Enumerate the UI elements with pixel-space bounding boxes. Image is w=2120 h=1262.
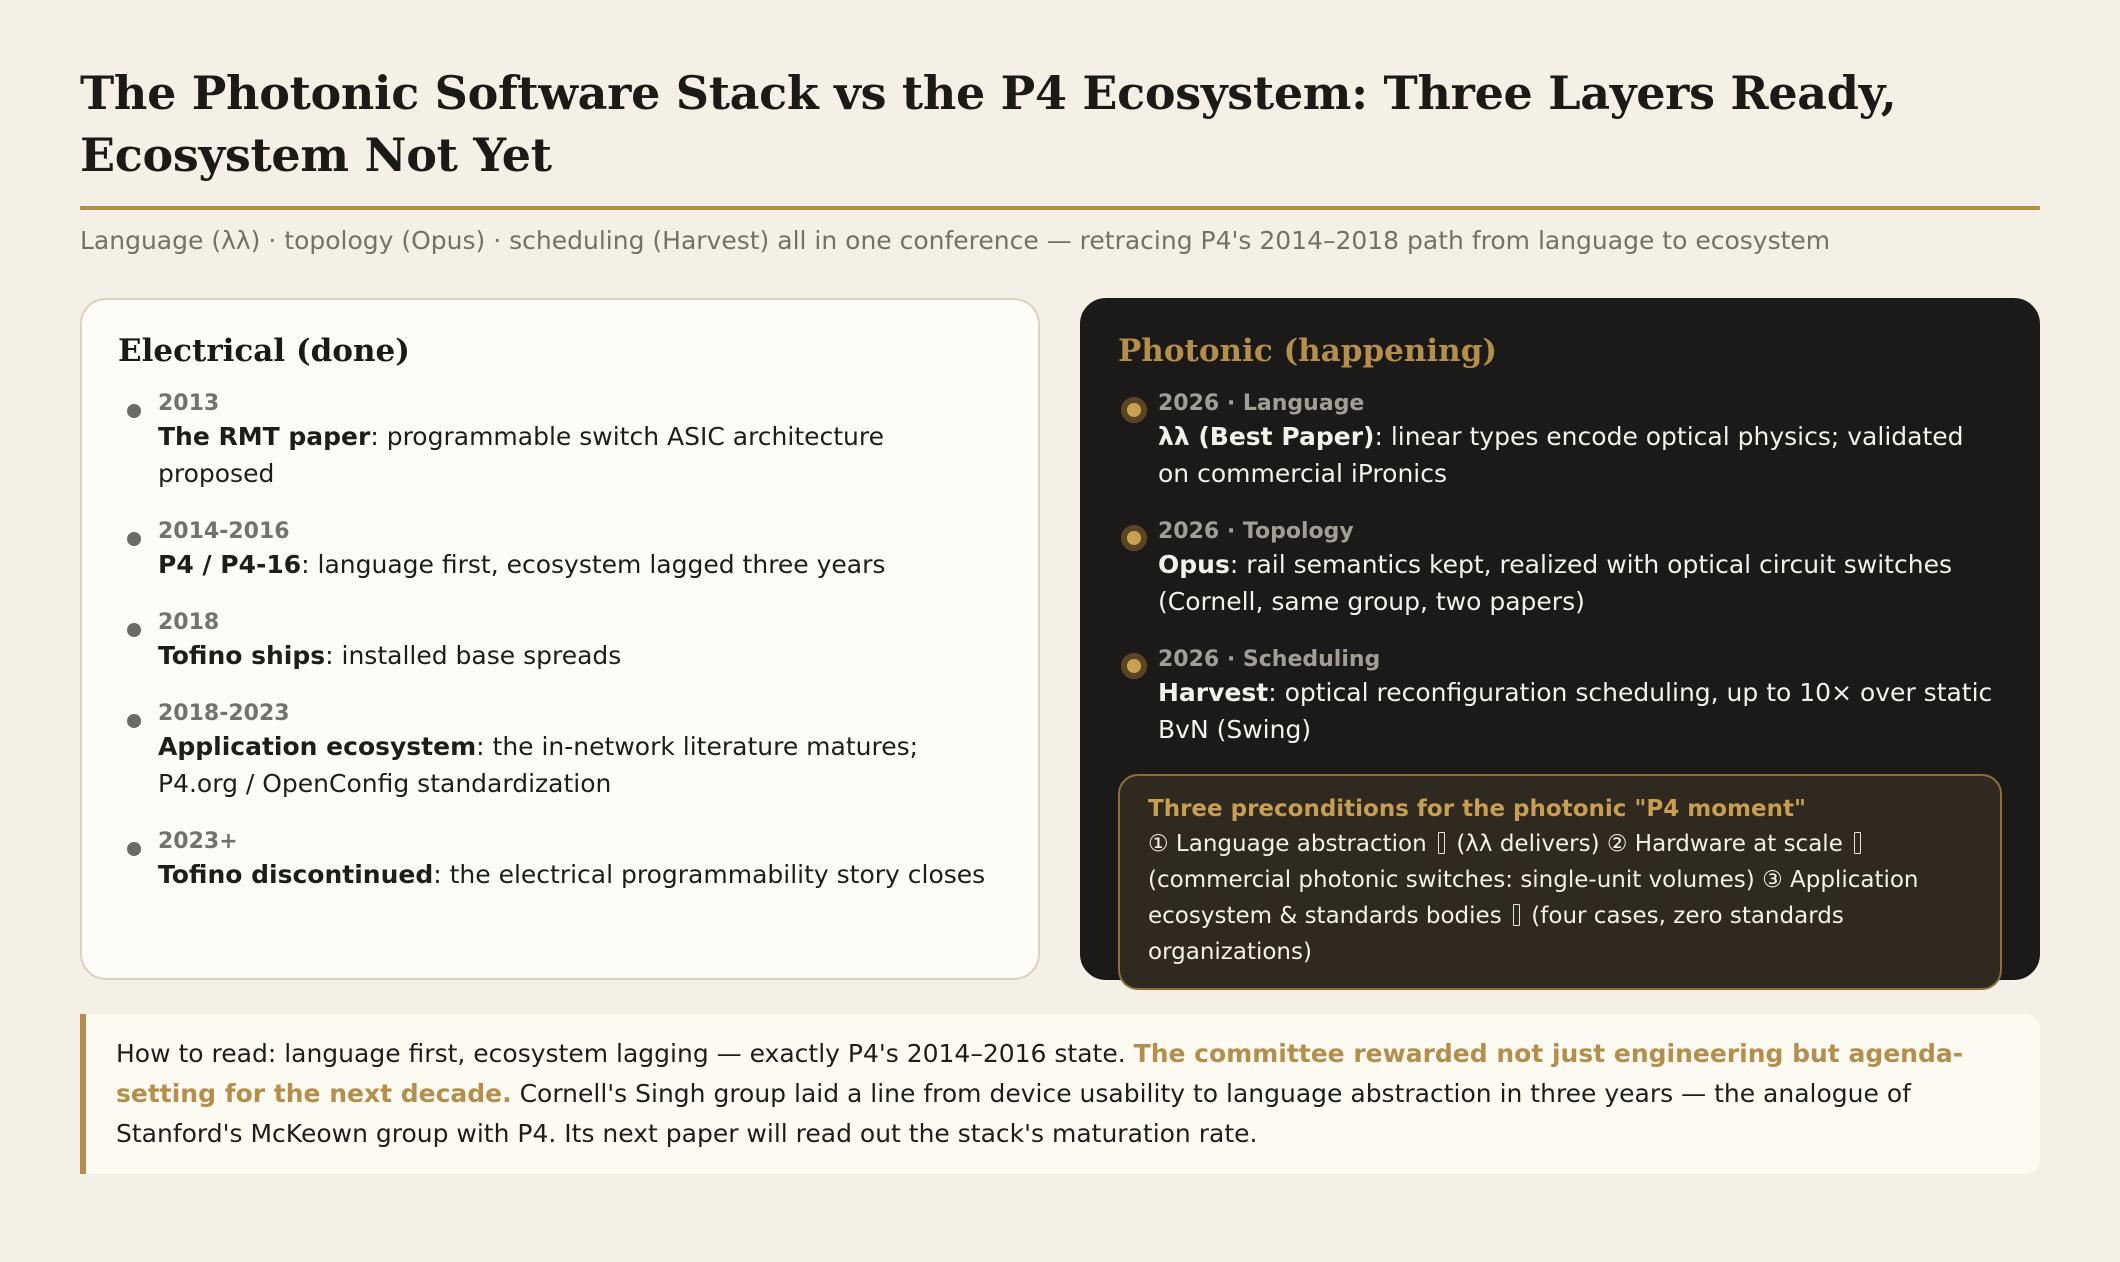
timeline-dot-icon <box>127 714 141 728</box>
timeline-year: 2026 · Scheduling <box>1158 647 1381 672</box>
timeline-item: 2023+ Tofino discontinued: the electrica… <box>118 828 1002 893</box>
status-mark-icon <box>1854 832 1862 854</box>
precondition-status: (commercial photonic switches: single-un… <box>1148 867 1763 893</box>
timeline-text: : installed base spreads <box>325 641 622 670</box>
photonic-card-title: Photonic (happening) <box>1118 333 1498 369</box>
timeline-item: 2026 · Topology Opus: rail semantics kep… <box>1118 518 2002 620</box>
title-line-1: The Photonic Software Stack vs the P4 Ec… <box>80 66 1897 120</box>
timeline-item: 2018 Tofino ships: installed base spread… <box>118 609 1002 674</box>
timeline-year: 2018 <box>158 610 220 635</box>
timeline-dot-icon <box>127 404 141 418</box>
timeline-description: Harvest: optical reconfiguration schedul… <box>1158 674 2002 748</box>
timeline-year: 2014-2016 <box>158 519 290 544</box>
electrical-card-title: Electrical (done) <box>118 333 410 369</box>
timeline-item: 2026 · Language λλ (Best Paper): linear … <box>1118 390 2002 492</box>
timeline-dot-icon <box>1121 397 1147 423</box>
timeline-item: 2013 The RMT paper: programmable switch … <box>118 390 1002 492</box>
timeline-text: : the electrical programmability story c… <box>433 860 986 889</box>
timeline-bold-label: P4 / P4-16 <box>158 550 302 579</box>
timeline-description: λλ (Best Paper): linear types encode opt… <box>1158 418 2002 492</box>
timeline-description: Tofino discontinued: the electrical prog… <box>158 856 1002 893</box>
timeline-dot-icon <box>127 623 141 637</box>
timeline-year: 2023+ <box>158 829 238 854</box>
timeline-bold-label: The RMT paper <box>158 422 371 451</box>
preconditions-title: Three preconditions for the photonic "P4… <box>1148 796 1806 822</box>
timeline-year: 2018-2023 <box>158 701 290 726</box>
timeline-bold-label: Tofino discontinued <box>158 860 434 889</box>
timeline-item: 2026 · Scheduling Harvest: optical recon… <box>1118 646 2002 748</box>
precondition-label: Language abstraction <box>1168 831 1435 857</box>
timeline-year: 2013 <box>158 391 220 416</box>
title-divider <box>80 206 2040 210</box>
timeline-description: Tofino ships: installed base spreads <box>158 637 1002 674</box>
timeline-dot-icon <box>1121 525 1147 551</box>
title-line-2: Ecosystem Not Yet <box>80 128 552 182</box>
note-lead: How to read: language first, ecosystem l… <box>116 1039 1134 1068</box>
preconditions-text: ① Language abstraction (λλ delivers) ② H… <box>1148 826 1972 970</box>
precondition-number: ② <box>1606 831 1628 857</box>
photonic-card: Photonic (happening) 2026 · Language λλ … <box>1080 298 2040 990</box>
timeline-year: 2026 · Topology <box>1158 519 1354 544</box>
precondition-number: ① <box>1148 831 1169 857</box>
timeline-text: : optical reconfiguration scheduling, up… <box>1158 678 1993 744</box>
timeline-item: 2014-2016 P4 / P4-16: language first, ec… <box>118 518 1002 583</box>
timeline-item: 2018-2023 Application ecosystem: the in-… <box>118 700 1002 802</box>
page-title: The Photonic Software Stack vs the P4 Ec… <box>80 62 2040 186</box>
preconditions-box: Three preconditions for the photonic "P4… <box>1118 774 2002 990</box>
precondition-status: (λλ delivers) <box>1449 831 1607 857</box>
timeline-bold-label: Opus <box>1158 550 1230 579</box>
reading-note: How to read: language first, ecosystem l… <box>80 1014 2040 1174</box>
timeline-description: Application ecosystem: the in-network li… <box>158 728 1002 802</box>
timeline-dot-icon <box>127 842 141 856</box>
timeline-dot-icon <box>127 532 141 546</box>
timeline-bold-label: Harvest <box>1158 678 1269 707</box>
precondition-label: Hardware at scale <box>1627 831 1851 857</box>
timeline-description: P4 / P4-16: language first, ecosystem la… <box>158 546 1002 583</box>
timeline-dot-icon <box>1121 653 1147 679</box>
comparison-columns: Electrical (done) 2013 The RMT paper: pr… <box>80 298 2040 990</box>
timeline-description: The RMT paper: programmable switch ASIC … <box>158 418 1002 492</box>
page: The Photonic Software Stack vs the P4 Ec… <box>80 62 2040 1174</box>
precondition-number: ③ <box>1762 867 1783 893</box>
timeline-bold-label: λλ (Best Paper) <box>1158 422 1375 451</box>
timeline-text: : rail semantics kept, realized with opt… <box>1158 550 1952 616</box>
timeline-year: 2026 · Language <box>1158 391 1365 416</box>
electrical-card: Electrical (done) 2013 The RMT paper: pr… <box>80 298 1040 980</box>
page-subtitle: Language (λλ) · topology (Opus) · schedu… <box>80 226 1831 255</box>
status-mark-icon <box>1438 832 1446 854</box>
timeline-description: Opus: rail semantics kept, realized with… <box>1158 546 2002 620</box>
status-mark-icon <box>1513 904 1520 926</box>
timeline-bold-label: Application ecosystem <box>158 732 477 761</box>
timeline-bold-label: Tofino ships <box>158 641 326 670</box>
timeline-text: : language first, ecosystem lagged three… <box>301 550 886 579</box>
